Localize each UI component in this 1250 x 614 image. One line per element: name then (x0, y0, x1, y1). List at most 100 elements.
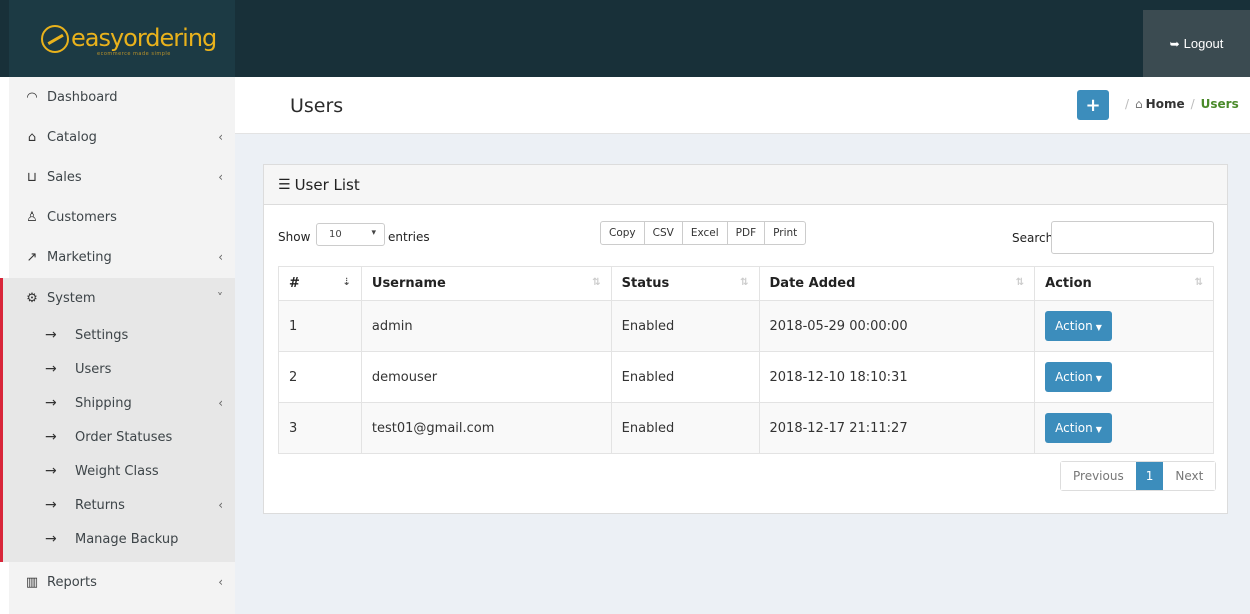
column-header-username[interactable]: Username ⇅ (360, 266, 612, 301)
action-dropdown-button[interactable]: Action ▼ (1045, 413, 1112, 443)
sort-icon: ⇅ (740, 277, 749, 288)
logout-button[interactable]: ➥ Logout (1143, 10, 1250, 77)
cell-action: Action ▼ (1034, 402, 1214, 454)
sort-icon: ⇅ (592, 277, 601, 288)
arrow-right-icon: → (45, 463, 57, 479)
breadcrumb-separator: / (1125, 97, 1130, 111)
logo-area: easyordering ecommerce made simple (9, 0, 235, 77)
csv-button[interactable]: CSV (645, 222, 683, 244)
cell-action: Action ▼ (1034, 300, 1214, 352)
sidebar-subitem-label: Shipping (75, 395, 132, 411)
column-label: Username (371, 276, 446, 291)
export-button-group: Copy CSV Excel PDF Print (600, 221, 807, 245)
chevron-left-icon: ‹ (218, 575, 223, 589)
sidebar-subitem-label: Weight Class (75, 463, 159, 479)
sidebar-subitem-label: Order Statuses (75, 429, 173, 445)
table-header-row: # ⇣ Username ⇅ Status ⇅ Date Added ⇅ Action ⇅ (278, 266, 1214, 301)
pagination: Previous 1 Next (1060, 461, 1217, 491)
entries-per-page-select[interactable]: 10 ▾ (316, 223, 385, 246)
action-dropdown-button[interactable]: Action ▼ (1045, 311, 1112, 341)
entries-label: entries (388, 230, 430, 244)
chevron-left-icon: ‹ (218, 250, 223, 264)
print-button[interactable]: Print (765, 222, 805, 244)
logout-label: Logout (1183, 36, 1224, 51)
sidebar-item-label: Customers (47, 209, 117, 225)
sidebar-group-system: ⚙ System ˅ → Settings → Users → Shipping… (0, 278, 235, 562)
column-label: Status (621, 276, 670, 291)
sidebar-subitem-order-statuses[interactable]: → Order Statuses (9, 420, 235, 454)
sidebar-item-label: Reports (47, 574, 97, 590)
sidebar-subitem-manage-backup[interactable]: → Manage Backup (9, 522, 235, 556)
table-row: 2 demouser Enabled 2018-12-10 18:10:31 A… (278, 351, 1214, 403)
arrow-right-icon: → (45, 497, 57, 513)
sidebar-subitem-label: Manage Backup (75, 531, 179, 547)
pagination-next-button[interactable]: Next (1163, 462, 1216, 490)
caret-down-icon: ▼ (1095, 323, 1102, 332)
cell-username: test01@gmail.com (360, 402, 612, 454)
sidebar-item-dashboard[interactable]: ◠ Dashboard (9, 77, 235, 117)
sidebar-subitem-shipping[interactable]: → Shipping ‹ (9, 386, 235, 420)
column-header-action[interactable]: Action ⇅ (1034, 266, 1214, 301)
action-dropdown-button[interactable]: Action ▼ (1045, 362, 1112, 392)
sidebar-item-system[interactable]: ⚙ System ˅ (9, 278, 235, 318)
sidebar-item-label: Marketing (47, 249, 112, 265)
caret-down-icon: ▼ (1095, 425, 1102, 434)
cell-date-added: 2018-12-17 21:11:27 (758, 402, 1036, 454)
sidebar-subitem-users[interactable]: → Users (9, 352, 235, 386)
sidebar-subitem-label: Users (75, 361, 112, 377)
sidebar-subitem-settings[interactable]: → Settings (9, 318, 235, 352)
bar-chart-icon: ▥ (25, 574, 39, 590)
action-label: Action (1055, 421, 1093, 435)
page-title: Users (290, 95, 344, 117)
brand-tagline: ecommerce made simple (97, 51, 171, 57)
sidebar-item-label: Dashboard (47, 89, 118, 105)
sort-icon: ⇅ (1194, 277, 1203, 288)
cell-status: Enabled (610, 300, 760, 352)
chevron-left-icon: ‹ (218, 498, 223, 512)
show-label: Show (278, 230, 311, 244)
sidebar-item-reports[interactable]: ▥ Reports ‹ (9, 562, 235, 602)
app-root: easyordering ecommerce made simple ➥ Log… (0, 0, 1250, 614)
pagination-page-button[interactable]: 1 (1135, 462, 1164, 490)
sidebar-subitem-weight-class[interactable]: → Weight Class (9, 454, 235, 488)
cell-num: 2 (278, 351, 362, 403)
column-label: # (289, 276, 300, 291)
cell-username: demouser (360, 351, 612, 403)
cell-action: Action ▼ (1034, 351, 1214, 403)
breadcrumb-current: Users (1200, 97, 1239, 111)
sidebar-item-marketing[interactable]: ↗ Marketing ‹ (9, 237, 235, 277)
pagination-previous-button[interactable]: Previous (1061, 462, 1136, 490)
copy-button[interactable]: Copy (601, 222, 645, 244)
arrow-right-icon: → (45, 429, 57, 445)
action-label: Action (1055, 319, 1093, 333)
column-header-num[interactable]: # ⇣ (278, 266, 362, 301)
sidebar-item-catalog[interactable]: ⌂ Catalog ‹ (9, 117, 235, 157)
cell-date-added: 2018-05-29 00:00:00 (758, 300, 1036, 352)
add-user-button[interactable]: + (1077, 90, 1109, 120)
sort-ascending-icon: ⇣ (342, 277, 351, 288)
chevron-left-icon: ‹ (218, 130, 223, 144)
arrow-right-icon: → (45, 327, 57, 343)
column-header-date-added[interactable]: Date Added ⇅ (758, 266, 1036, 301)
sidebar: ◠ Dashboard ⌂ Catalog ‹ ⊔ Sales ‹ ♙ Cust… (0, 77, 235, 614)
search-input[interactable] (1051, 221, 1214, 254)
top-navbar: easyordering ecommerce made simple ➥ Log… (0, 0, 1250, 77)
sidebar-subitem-returns[interactable]: → Returns ‹ (9, 488, 235, 522)
user-icon: ♙ (26, 209, 38, 225)
sidebar-item-customers[interactable]: ♙ Customers (9, 197, 235, 237)
breadcrumb-home-link[interactable]: ⌂ Home (1135, 97, 1185, 111)
table-controls: Show 10 ▾ entries Copy CSV Excel PDF Pri… (278, 221, 1215, 255)
pdf-button[interactable]: PDF (728, 222, 766, 244)
column-header-status[interactable]: Status ⇅ (610, 266, 760, 301)
sidebar-item-sales[interactable]: ⊔ Sales ‹ (9, 157, 235, 197)
action-label: Action (1055, 370, 1093, 384)
arrow-right-icon: → (45, 395, 57, 411)
breadcrumb: / ⌂ Home / Users (1119, 97, 1239, 111)
home-icon: ⌂ (1135, 97, 1143, 111)
share-icon: ↗ (26, 249, 38, 265)
cell-num: 1 (278, 300, 362, 352)
table-row: 1 admin Enabled 2018-05-29 00:00:00 Acti… (278, 300, 1214, 352)
brand-logo[interactable]: easyordering ecommerce made simple (41, 24, 217, 57)
excel-button[interactable]: Excel (683, 222, 728, 244)
page-header: Users + / ⌂ Home / Users (235, 77, 1250, 134)
